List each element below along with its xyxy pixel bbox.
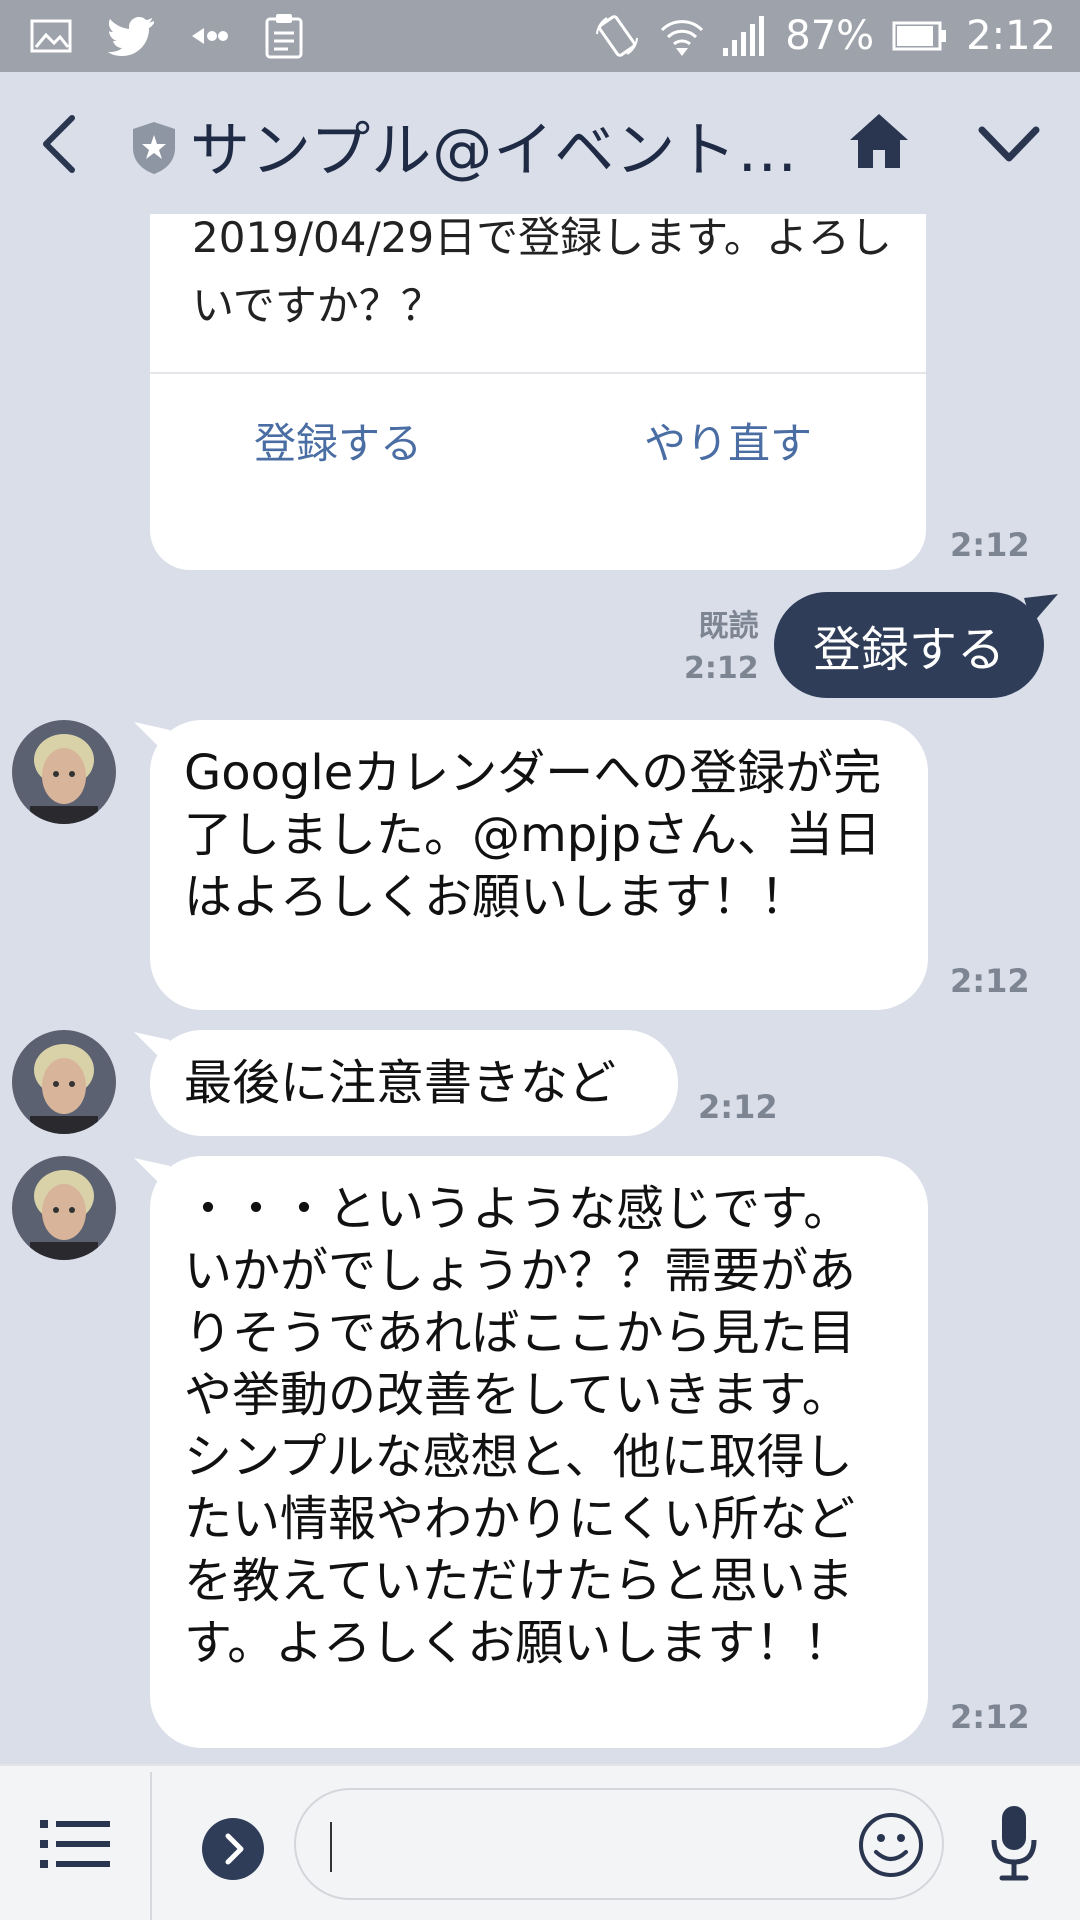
status-time: 2:12 — [966, 13, 1056, 59]
twitter-icon — [108, 17, 154, 56]
battery-percent: 87% — [785, 13, 875, 59]
divider — [150, 1772, 152, 1920]
chat-header: サンプル@イベント… — [0, 72, 1080, 214]
battery-icon — [892, 21, 947, 51]
sent-message-bubble[interactable]: 登録する — [774, 592, 1044, 698]
bubble-tail — [1024, 594, 1058, 624]
read-receipt: 既読 2:12 — [684, 606, 759, 690]
message-time: 2:12 — [698, 1088, 778, 1126]
message-time: 2:12 — [950, 962, 1030, 1000]
chat-area[interactable]: 2019/04/29日で登録します。よろしいですか？？ 登録する やり直す 2:… — [0, 214, 1080, 1764]
avatar[interactable] — [12, 1156, 116, 1260]
shield-icon — [133, 122, 175, 174]
confirm-card: 2019/04/29日で登録します。よろしいですか？？ 登録する やり直す — [150, 214, 926, 570]
menu-icon[interactable] — [40, 1814, 110, 1874]
message-time: 2:12 — [950, 1698, 1030, 1736]
clipboard-icon — [265, 14, 303, 59]
register-button[interactable]: 登録する — [254, 410, 422, 471]
text-caret — [330, 1822, 332, 1872]
reply-message-bubble[interactable]: 最後に注意書きなど — [150, 1030, 678, 1136]
home-icon[interactable] — [848, 110, 910, 172]
avatar[interactable] — [12, 720, 116, 824]
microphone-icon[interactable] — [990, 1804, 1038, 1884]
avatar[interactable] — [12, 1030, 116, 1134]
reply-message-bubble[interactable]: Googleカレンダーへの登録が完了しました。@mpjpさん、当日はよろしくお願… — [150, 720, 928, 1010]
expand-arrow-icon[interactable] — [202, 1818, 264, 1880]
wifi-icon — [661, 20, 704, 56]
message-input[interactable] — [294, 1788, 944, 1900]
back-icon[interactable] — [36, 112, 84, 176]
signal-icon — [723, 16, 765, 56]
read-label: 既読 — [698, 609, 759, 644]
divider — [150, 372, 926, 374]
chevron-down-icon[interactable] — [976, 122, 1042, 166]
redo-button[interactable]: やり直す — [644, 410, 812, 471]
status-bar: 87% 2:12 — [0, 0, 1080, 72]
page-title[interactable]: サンプル@イベント… — [190, 102, 800, 189]
rotation-icon — [596, 15, 639, 57]
message-time: 2:12 — [684, 651, 759, 686]
gallery-icon — [30, 19, 72, 53]
message-time: 2:12 — [950, 526, 1030, 564]
reply-message-bubble[interactable]: ・・・というような感じです。いかがでしょうか？？需要がありそうであればここから見… — [150, 1156, 928, 1748]
confirm-card-text: 2019/04/29日で登録します。よろしいですか？？ — [192, 214, 892, 330]
input-bar — [0, 1764, 1080, 1920]
emoji-icon[interactable] — [858, 1812, 924, 1878]
remote-icon — [192, 28, 228, 44]
